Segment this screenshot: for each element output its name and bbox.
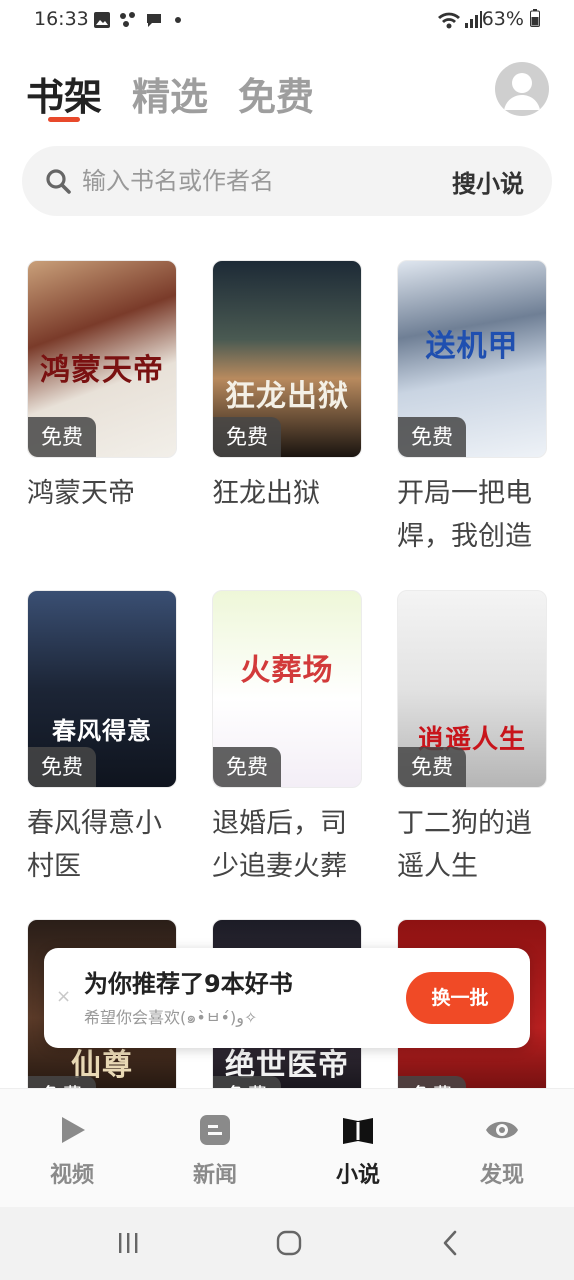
wifi-icon xyxy=(438,12,460,29)
free-badge: 免费 xyxy=(213,747,281,787)
home-icon[interactable] xyxy=(276,1230,302,1256)
back-icon[interactable] xyxy=(440,1230,460,1256)
book-title: 鸿蒙天帝 xyxy=(27,478,135,509)
signal-icon xyxy=(465,11,482,28)
search-icon xyxy=(46,169,71,194)
battery-icon xyxy=(530,9,540,27)
search-button[interactable]: 搜小说 xyxy=(452,164,524,199)
book-cover: 逍遥人生 免费 xyxy=(397,590,547,788)
recent-apps-icon[interactable] xyxy=(116,1231,140,1255)
free-badge: 免费 xyxy=(398,417,466,457)
recommendation-title: 为你推荐了9本好书 xyxy=(84,970,293,998)
book-card[interactable]: 送机甲 免费 开局一把电焊，我创造 xyxy=(397,260,547,558)
nav-label: 视频 xyxy=(49,1163,94,1188)
search-bar: 搜小说 xyxy=(22,146,552,216)
book-title: 春风得意小村医 xyxy=(27,808,162,882)
recommendation-subtitle: 希望你会喜欢(๑•̀ㅂ•́)و✧ xyxy=(84,1008,258,1027)
book-title: 丁二狗的逍遥人生 xyxy=(397,808,532,882)
close-icon[interactable]: × xyxy=(56,986,71,1007)
gallery-icon xyxy=(94,12,110,28)
play-icon xyxy=(62,1117,85,1143)
nav-label: 小说 xyxy=(335,1163,380,1188)
chat-icon xyxy=(147,14,161,27)
book-title: 退婚后，司少追妻火葬 xyxy=(212,808,347,882)
free-badge: 免费 xyxy=(28,417,96,457)
tab-bookshelf[interactable]: 书架 xyxy=(26,66,102,121)
search-input[interactable] xyxy=(82,164,432,198)
nav-novel[interactable]: 小说 xyxy=(308,1113,408,1189)
cover-title: 春风得意 xyxy=(52,717,152,745)
bottom-nav: 视频 新闻 小说 发现 xyxy=(0,1088,574,1207)
notification-dot-icon xyxy=(175,17,181,23)
system-nav-bar xyxy=(0,1207,574,1280)
nav-discover[interactable]: 发现 xyxy=(452,1113,552,1189)
cover-title: 送机甲 xyxy=(425,329,519,364)
status-time: 16:33 xyxy=(34,8,89,30)
status-bar: 16:33 63% xyxy=(0,0,574,40)
book-card[interactable]: 鸿蒙天帝 免费 鸿蒙天帝 xyxy=(27,260,177,558)
dots-icon xyxy=(120,12,135,27)
cover-title: 鸿蒙天帝 xyxy=(40,353,164,388)
recommendation-card: × 为你推荐了9本好书 希望你会喜欢(๑•̀ㅂ•́)و✧ 换一批 xyxy=(44,948,530,1048)
eye-icon xyxy=(486,1121,518,1139)
book-card[interactable]: 春风得意 免费 春风得意小村医 xyxy=(27,590,177,888)
book-cover: 鸿蒙天帝 免费 xyxy=(27,260,177,458)
book-title: 狂龙出狱 xyxy=(212,478,320,509)
tab-featured[interactable]: 精选 xyxy=(132,66,208,121)
cover-title: 狂龙出狱 xyxy=(225,379,349,414)
news-icon xyxy=(200,1115,230,1145)
book-card[interactable]: 逍遥人生 免费 丁二狗的逍遥人生 xyxy=(397,590,547,888)
user-icon xyxy=(504,73,540,110)
book-icon xyxy=(343,1118,373,1144)
free-badge: 免费 xyxy=(213,417,281,457)
nav-label: 新闻 xyxy=(192,1163,237,1188)
free-badge: 免费 xyxy=(398,747,466,787)
book-card[interactable]: 火葬场 免费 退婚后，司少追妻火葬 xyxy=(212,590,362,888)
free-badge: 免费 xyxy=(28,747,96,787)
battery-level: 63% xyxy=(482,8,540,30)
book-cover: 火葬场 免费 xyxy=(212,590,362,788)
tab-indicator xyxy=(48,117,80,122)
book-title: 开局一把电焊，我创造 xyxy=(397,478,532,552)
book-cover: 送机甲 免费 xyxy=(397,260,547,458)
nav-label: 发现 xyxy=(479,1163,524,1188)
nav-news[interactable]: 新闻 xyxy=(165,1113,265,1189)
cover-title: 火葬场 xyxy=(240,653,334,688)
battery-text: 63% xyxy=(481,8,524,30)
book-cover: 狂龙出狱 免费 xyxy=(212,260,362,458)
book-cover: 春风得意 免费 xyxy=(27,590,177,788)
nav-video[interactable]: 视频 xyxy=(22,1113,122,1189)
avatar[interactable] xyxy=(495,62,549,116)
tab-free[interactable]: 免费 xyxy=(238,66,314,121)
book-card[interactable]: 狂龙出狱 免费 狂龙出狱 xyxy=(212,260,362,558)
refresh-batch-button[interactable]: 换一批 xyxy=(406,972,514,1024)
